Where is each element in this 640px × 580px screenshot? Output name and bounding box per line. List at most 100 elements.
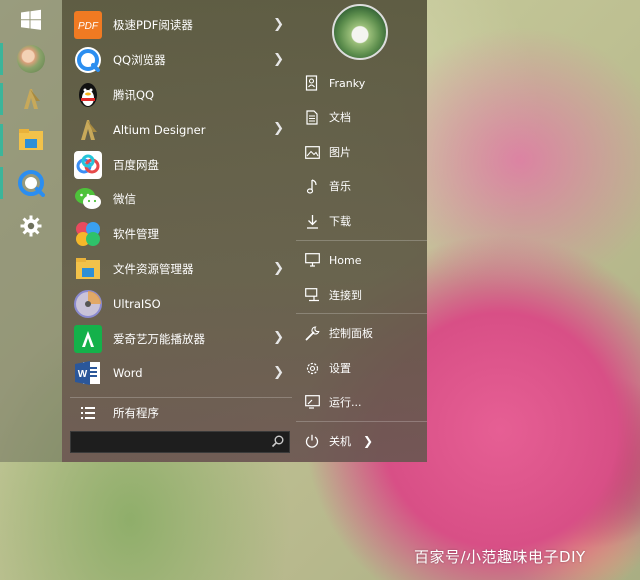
chevron-right-icon[interactable]: ❯ [273, 365, 284, 380]
gear-icon [304, 360, 320, 376]
pdf-reader-icon: PDF [73, 10, 103, 40]
chevron-right-icon[interactable]: ❯ [273, 330, 284, 345]
nav-label: 连接到 [329, 289, 362, 302]
word-icon: W [73, 358, 103, 388]
app-label: UltraISO [113, 296, 161, 311]
divider [296, 313, 427, 314]
user-name: Franky [329, 76, 366, 90]
nav-settings[interactable]: 设置 [296, 351, 427, 385]
altium-designer-icon [73, 115, 103, 145]
app-item-wechat[interactable]: 微信 [62, 182, 294, 217]
file-explorer-icon [19, 129, 43, 150]
download-icon [304, 213, 320, 229]
user-avatar[interactable] [332, 4, 388, 60]
power-icon [304, 433, 320, 449]
app-item-tencent-qq[interactable]: 腾讯QQ [62, 78, 294, 113]
app-item-iqiyi-player[interactable]: 爱奇艺万能播放器 ❯ [62, 321, 294, 356]
search-box[interactable] [70, 431, 290, 454]
qq-penguin-icon [73, 80, 103, 110]
nav-downloads[interactable]: 下载 [296, 204, 427, 238]
nav-label: 音乐 [329, 180, 351, 193]
nav-label: 运行... [329, 396, 362, 409]
ultraiso-disc-icon [73, 289, 103, 319]
app-label: 微信 [113, 192, 136, 207]
taskbar-strip [0, 0, 62, 462]
app-item-word[interactable]: W Word ❯ [62, 356, 294, 391]
right-panel: Franky 文档 图片 音乐 下载 Home 连接到 控制面板 设置 运行..… [296, 0, 427, 462]
wechat-icon [73, 184, 103, 214]
user-name-item[interactable]: Franky [296, 66, 427, 100]
altium-designer-icon [24, 89, 40, 109]
taskbar-user-button[interactable] [0, 39, 62, 79]
nav-label: 控制面板 [329, 327, 373, 340]
active-indicator [0, 167, 3, 199]
active-indicator [0, 43, 3, 75]
settings-gear-icon [20, 215, 42, 237]
nav-label: 图片 [329, 146, 351, 159]
app-label: 文件资源管理器 [113, 261, 194, 276]
nav-label: 设置 [329, 362, 351, 375]
app-list: PDF 极速PDF阅读器 ❯ QQ浏览器 ❯ 腾讯QQ Altium Desig… [62, 8, 294, 391]
taskbar-explorer-button[interactable] [0, 120, 62, 160]
run-icon [304, 394, 320, 410]
app-item-qq-browser[interactable]: QQ浏览器 ❯ [62, 43, 294, 78]
watermark: 百家号/小范趣味电子DIY [414, 548, 586, 566]
nav-home[interactable]: Home [296, 243, 427, 277]
start-button[interactable] [0, 0, 62, 40]
taskbar-qq-browser-button[interactable] [0, 163, 62, 203]
chevron-right-icon[interactable]: ❯ [363, 434, 373, 448]
app-label: 软件管理 [113, 227, 159, 242]
power-button[interactable]: 关机 ❯ [296, 424, 427, 458]
app-label: Word [113, 366, 143, 381]
app-label: 腾讯QQ [113, 87, 155, 102]
nav-control-panel[interactable]: 控制面板 [296, 316, 427, 350]
connect-to-icon [304, 287, 320, 303]
app-label: 爱奇艺万能播放器 [113, 331, 205, 346]
app-item-software-manager[interactable]: 软件管理 [62, 217, 294, 252]
active-indicator [0, 124, 3, 156]
app-item-baidu-netdisk[interactable]: 百度网盘 [62, 147, 294, 182]
nav-connect-to[interactable]: 连接到 [296, 278, 427, 312]
svg-text:W: W [78, 369, 88, 380]
chevron-right-icon[interactable]: ❯ [273, 121, 284, 136]
qq-browser-icon [73, 45, 103, 75]
nav-pictures[interactable]: 图片 [296, 135, 427, 169]
nav-music[interactable]: 音乐 [296, 169, 427, 203]
chevron-right-icon[interactable]: ❯ [273, 52, 284, 67]
qq-browser-icon [18, 170, 45, 197]
picture-icon [304, 144, 320, 160]
app-label: QQ浏览器 [113, 53, 166, 68]
nav-run[interactable]: 运行... [296, 385, 427, 419]
power-label: 关机 [329, 435, 351, 448]
app-label: Altium Designer [113, 122, 206, 137]
app-item-ultraiso[interactable]: UltraISO [62, 286, 294, 321]
music-note-icon [304, 178, 320, 194]
document-icon [304, 109, 320, 125]
user-icon [304, 75, 320, 91]
file-explorer-icon [73, 254, 103, 284]
divider [70, 397, 292, 398]
all-programs-button[interactable]: 所有程序 [62, 400, 294, 426]
all-programs-label: 所有程序 [113, 406, 159, 420]
taskbar-altium-button[interactable] [0, 79, 62, 119]
app-item-file-explorer[interactable]: 文件资源管理器 ❯ [62, 252, 294, 287]
svg-text:PDF: PDF [78, 21, 99, 32]
app-item-altium-designer[interactable]: Altium Designer ❯ [62, 112, 294, 147]
nav-label: 文档 [329, 111, 351, 124]
divider [296, 421, 427, 422]
nav-documents[interactable]: 文档 [296, 100, 427, 134]
chevron-right-icon[interactable]: ❯ [273, 17, 284, 32]
iqiyi-player-icon [73, 324, 103, 354]
app-item-pdf-reader[interactable]: PDF 极速PDF阅读器 ❯ [62, 8, 294, 43]
nav-label: 下载 [329, 215, 351, 228]
start-menu: PDF 极速PDF阅读器 ❯ QQ浏览器 ❯ 腾讯QQ Altium Desig… [62, 0, 427, 462]
app-label: 极速PDF阅读器 [113, 18, 193, 33]
computer-icon [304, 252, 320, 268]
search-icon[interactable] [271, 435, 284, 448]
user-avatar-icon [17, 45, 45, 73]
taskbar-settings-button[interactable] [0, 206, 62, 246]
software-manager-icon [73, 219, 103, 249]
chevron-right-icon[interactable]: ❯ [273, 261, 284, 276]
search-input[interactable] [71, 434, 261, 454]
windows-logo-icon [21, 9, 41, 30]
